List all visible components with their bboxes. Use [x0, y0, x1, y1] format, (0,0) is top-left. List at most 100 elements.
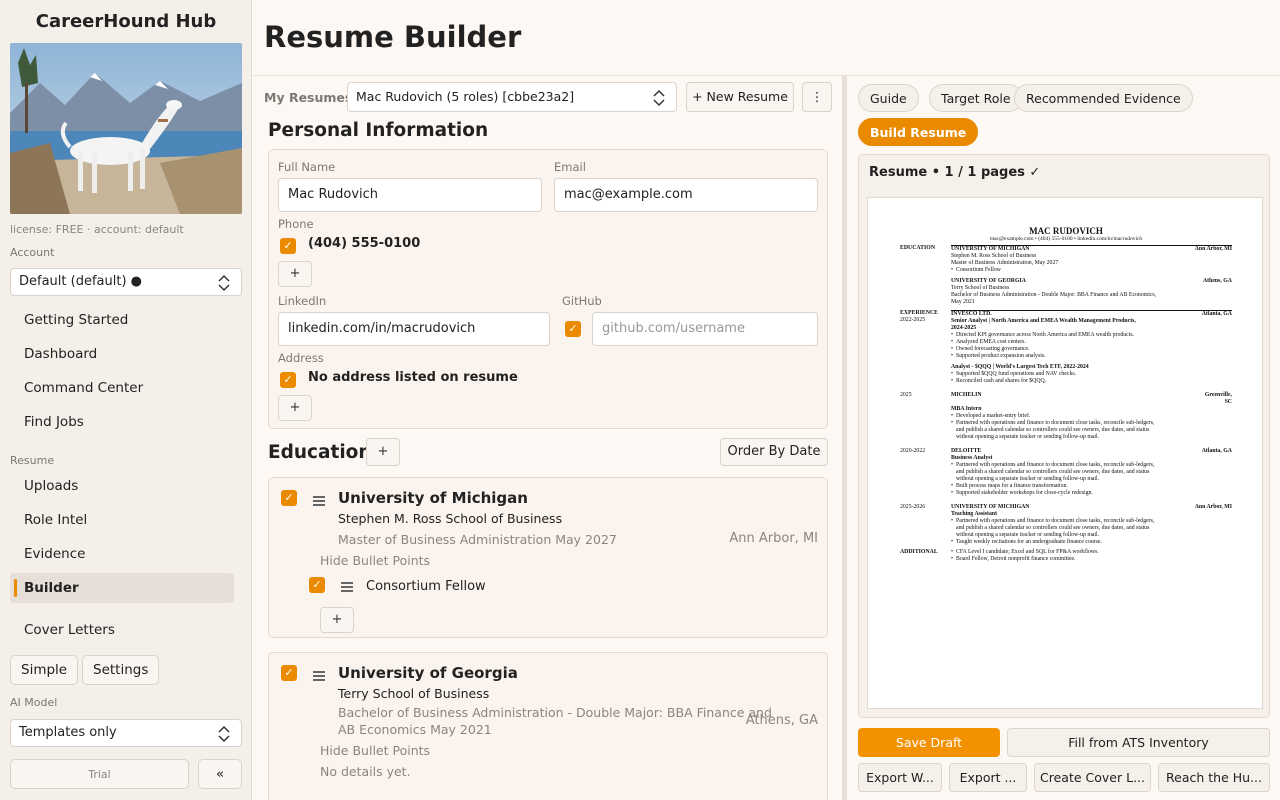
save-draft-button[interactable]: Save Draft — [858, 728, 1000, 757]
doc-bullet: Supported $QQQ fund operations and NAV c… — [951, 371, 1232, 378]
order-by-date-button[interactable]: Order By Date — [720, 438, 828, 466]
add-phone-button[interactable]: + — [278, 261, 312, 287]
resume-section-label: Resume — [10, 454, 55, 467]
doc-experience-entry: 2020-2022 DELOITTE Atlanta, GA Business A… — [900, 448, 1232, 501]
fill-ats-button[interactable]: Fill from ATS Inventory — [1007, 728, 1270, 757]
drag-handle-icon[interactable] — [313, 671, 325, 681]
doc-bullet: CFA Level I candidate; Excel and SQL for… — [951, 549, 1232, 556]
doc-role: Business Analyst — [951, 455, 993, 461]
doc-section-label: ADDITIONAL — [900, 549, 938, 555]
doc-bullet: Partnered with operations and finance to… — [951, 518, 1232, 525]
updown-arrows-icon — [218, 725, 230, 743]
doc-bullet: Supported product expansion analysis. — [951, 353, 1232, 360]
education-checkbox[interactable]: ✓ — [281, 490, 297, 506]
build-resume-button[interactable]: Build Resume — [858, 118, 979, 146]
doc-bullet: Taught weekly recitations for an undergr… — [951, 539, 1232, 546]
nav-getting-started[interactable]: Getting Started — [10, 305, 234, 335]
preview-status: Resume • 1 / 1 pages ✓ — [869, 165, 1041, 180]
settings-button[interactable]: Settings — [82, 655, 160, 685]
school-location: Ann Arbor, MI — [729, 531, 818, 546]
export-button[interactable]: Export ... — [949, 763, 1027, 792]
doc-line: Bachelor of Business Administration - Do… — [951, 292, 1157, 298]
page-header: Resume Builder — [253, 0, 1280, 76]
doc-company: INVESCO LTD. — [951, 311, 992, 317]
github-field[interactable]: github.com/username — [592, 312, 818, 346]
drag-handle-icon[interactable] — [313, 496, 325, 506]
reach-hub-button[interactable]: Reach the Hu... — [1158, 763, 1270, 792]
doc-line: Stephen M. Ross School of Business — [951, 253, 1037, 259]
resume-document: MAC RUDOVICH mac@example.com • (404) 555… — [900, 226, 1232, 563]
linkedin-field[interactable]: linkedin.com/in/macrudovich — [278, 312, 550, 346]
collapse-sidebar-button[interactable]: « — [198, 759, 242, 789]
nav-find-jobs[interactable]: Find Jobs — [10, 407, 234, 437]
doc-bullet-cont: without opening a separate tracker or se… — [956, 532, 1100, 538]
email-label: Email — [554, 160, 586, 174]
doc-company: UNIVERSITY OF MICHIGAN — [951, 504, 1030, 510]
hero-image — [10, 43, 242, 214]
doc-line: May 2021 — [951, 299, 975, 305]
email-field[interactable]: mac@example.com — [554, 178, 818, 212]
nav-uploads[interactable]: Uploads — [10, 471, 234, 501]
nav-dashboard[interactable]: Dashboard — [10, 339, 234, 369]
add-education-button[interactable]: + — [366, 438, 400, 466]
resume-page: MAC RUDOVICH mac@example.com • (404) 555… — [867, 197, 1263, 709]
address-label: Address — [278, 351, 324, 365]
doc-bullet-cont: and publish a shared calendar so control… — [956, 525, 1150, 531]
nav-cover-letters[interactable]: Cover Letters — [10, 615, 234, 645]
add-address-button[interactable]: + — [278, 395, 312, 421]
doc-date: 2022-2025 — [900, 317, 926, 323]
doc-location: Ann Arbor, MI — [1194, 246, 1232, 252]
drag-handle-icon[interactable] — [341, 582, 353, 592]
address-checkbox[interactable]: ✓ — [280, 372, 296, 388]
phone-checkbox[interactable]: ✓ — [280, 238, 296, 254]
tab-target-role[interactable]: Target Role — [929, 84, 1023, 112]
github-checkbox[interactable]: ✓ — [565, 321, 581, 337]
license-text: license: FREE · account: default — [10, 223, 184, 236]
trial-button[interactable]: Trial — [10, 759, 189, 789]
doc-name: MAC RUDOVICH — [1029, 226, 1103, 236]
full-name-label: Full Name — [278, 160, 336, 174]
nav-role-intel[interactable]: Role Intel — [10, 505, 234, 535]
nav-builder[interactable]: Builder — [10, 573, 234, 603]
bullet-checkbox[interactable]: ✓ — [309, 577, 325, 593]
simple-button[interactable]: Simple — [10, 655, 79, 685]
school-name: University of Michigan — [338, 489, 528, 507]
bullet-text[interactable]: Consortium Fellow — [366, 579, 486, 594]
doc-bullet-cont: without opening a separate tracker or se… — [956, 434, 1100, 440]
doc-bullet: Built process maps for a finance transfo… — [951, 483, 1232, 490]
degree-line: Master of Business Administration May 20… — [338, 532, 617, 547]
nav-evidence[interactable]: Evidence — [10, 539, 234, 569]
create-cover-letter-button[interactable]: Create Cover L... — [1034, 763, 1151, 792]
tab-recommended-evidence[interactable]: Recommended Evidence — [1014, 84, 1193, 112]
new-resume-button[interactable]: + New Resume — [686, 82, 794, 112]
education-checkbox[interactable]: ✓ — [281, 665, 297, 681]
doc-experience-entry: 2025 MICHELIN Greenville, SC MBA Intern D… — [900, 392, 1232, 445]
full-name-field[interactable]: Mac Rudovich — [278, 178, 542, 212]
app-title: CareerHound Hub — [35, 11, 217, 32]
phone-value: (404) 555-0100 — [308, 236, 421, 251]
account-select[interactable]: Default (default) ● — [10, 268, 242, 296]
doc-section-label: EDUCATION — [900, 245, 935, 251]
doc-location: Athens, GA — [1203, 278, 1232, 284]
doc-location: Greenville, — [1204, 392, 1232, 398]
resume-select[interactable]: Mac Rudovich (5 roles) [cbbe23a2] — [347, 82, 677, 112]
account-value: Default (default) ● — [19, 274, 142, 289]
sidebar: CareerHound Hub license: FREE · account:… — [0, 0, 252, 800]
export-word-button[interactable]: Export W... — [858, 763, 942, 792]
ai-model-select[interactable]: Templates only — [10, 719, 242, 747]
doc-bullet: Board Fellow, Detroit nonprofit finance … — [951, 556, 1232, 563]
degree-line: Bachelor of Business Administration - Do… — [338, 705, 772, 720]
doc-bullet: Reconciled cash and shares for $QQQ. — [951, 378, 1232, 385]
doc-school: UNIVERSITY OF MICHIGAN — [951, 246, 1030, 252]
doc-location: SC — [1224, 399, 1232, 405]
doc-section-label: EXPERIENCE — [900, 310, 939, 316]
add-bullet-button[interactable]: + — [320, 607, 354, 633]
hide-bullets-toggle[interactable]: Hide Bullet Points — [320, 742, 430, 759]
more-options-button[interactable]: ⋮ — [802, 82, 832, 112]
doc-date: 2025 — [900, 392, 912, 398]
nav-command-center[interactable]: Command Center — [10, 373, 234, 403]
tab-guide[interactable]: Guide — [858, 84, 919, 112]
my-resumes-label: My Resumes — [264, 90, 353, 105]
hide-bullets-toggle[interactable]: Hide Bullet Points — [320, 552, 430, 569]
doc-bullet: Consortium Fellow — [951, 267, 1232, 274]
